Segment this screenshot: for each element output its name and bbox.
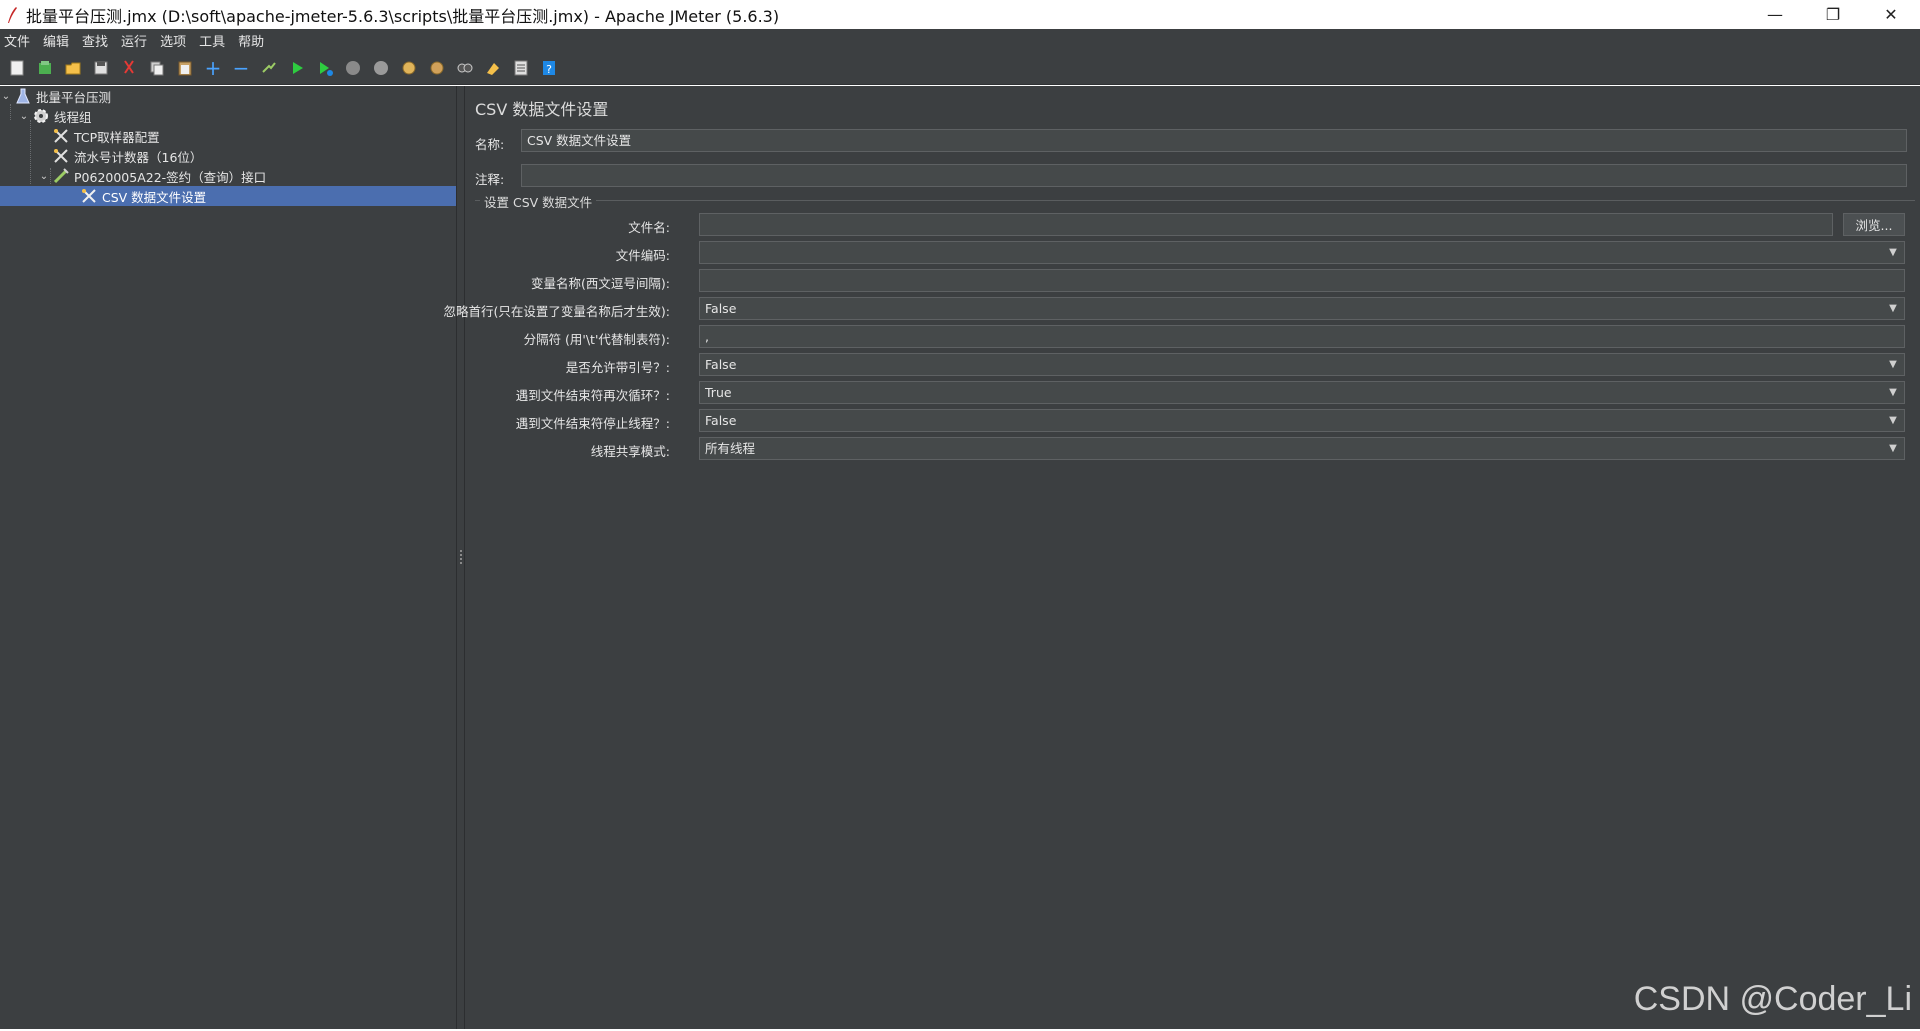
group-border xyxy=(475,200,1915,201)
stop-thread-eof-label: 遇到文件结束符停止线程？: xyxy=(515,416,670,431)
menu-search[interactable]: 查找 xyxy=(82,31,117,50)
menu-help[interactable]: 帮助 xyxy=(238,31,273,50)
start-icon[interactable] xyxy=(286,57,308,79)
stop-thread-eof-combo[interactable]: False ▼ xyxy=(699,409,1905,432)
thread-group-icon xyxy=(32,107,50,125)
comment-field[interactable] xyxy=(521,164,1907,187)
recycle-eof-combo[interactable]: True ▼ xyxy=(699,381,1905,404)
menu-run[interactable]: 运行 xyxy=(121,31,156,50)
config-element-icon xyxy=(52,147,70,165)
sharing-mode-combo[interactable]: 所有线程 ▼ xyxy=(699,437,1905,460)
allow-quoted-label: 是否允许带引号？: xyxy=(565,360,670,375)
window-title: 批量平台压测.jmx (D:\soft\apache-jmeter-5.6.3\… xyxy=(26,6,780,26)
test-plan-icon xyxy=(14,87,32,105)
variable-names-input[interactable] xyxy=(699,269,1905,292)
comment-label: 注释: xyxy=(475,172,505,187)
watermark: CSDN @Coder_Li xyxy=(1633,980,1912,1018)
open-icon[interactable] xyxy=(62,57,84,79)
tree-item-label: TCP取样器配置 xyxy=(74,129,160,145)
variable-names-label: 变量名称(西文逗号间隔): xyxy=(531,276,670,291)
tree-item-counter[interactable]: 流水号计数器（16位） xyxy=(0,146,456,166)
tree-item-test-plan[interactable]: ⌄ 批量平台压测 xyxy=(0,86,456,106)
shutdown-icon[interactable] xyxy=(370,57,392,79)
drag-handle-icon[interactable] xyxy=(460,550,463,564)
encoding-label: 文件编码: xyxy=(615,248,670,263)
ignore-first-line-label: 忽略首行(只在设置了变量名称后才生效): xyxy=(443,304,670,319)
clear-icon[interactable] xyxy=(482,57,504,79)
config-element-icon xyxy=(52,127,70,145)
recycle-eof-value: True xyxy=(705,385,732,400)
minimize-button[interactable]: — xyxy=(1746,0,1804,29)
help-icon[interactable]: ? xyxy=(538,57,560,79)
chevron-down-icon[interactable]: ▼ xyxy=(1882,410,1904,431)
menu-tools[interactable]: 工具 xyxy=(199,31,234,50)
sharing-mode-value: 所有线程 xyxy=(705,441,756,456)
collapse-icon[interactable]: − xyxy=(230,56,252,80)
csv-config-panel: CSV 数据文件设置 名称: CSV 数据文件设置 注释: 设置 CSV 数据文… xyxy=(444,86,1920,1031)
tree-item-csv-config[interactable]: CSV 数据文件设置 xyxy=(0,186,456,206)
expand-icon[interactable]: + xyxy=(202,56,224,80)
sharing-mode-label: 线程共享模式: xyxy=(590,444,670,459)
toggle-icon[interactable] xyxy=(258,57,280,79)
test-plan-tree: ⌄ 批量平台压测 ⌄ 线程组 TCP取样器配置 流水号计数器（16位） ⌄ P0… xyxy=(0,86,456,1031)
chevron-down-icon[interactable]: ⌄ xyxy=(38,171,50,182)
close-button[interactable]: ✕ xyxy=(1862,0,1920,29)
remote-stop-icon[interactable] xyxy=(426,57,448,79)
recycle-eof-label: 遇到文件结束符再次循环？: xyxy=(515,388,670,403)
ignore-first-line-combo[interactable]: False ▼ xyxy=(699,297,1905,320)
paste-icon[interactable] xyxy=(174,57,196,79)
stop-icon[interactable] xyxy=(342,57,364,79)
save-icon[interactable] xyxy=(90,57,112,79)
new-icon[interactable] xyxy=(6,57,28,79)
restore-button[interactable]: ❐ xyxy=(1804,0,1862,29)
chevron-down-icon[interactable]: ⌄ xyxy=(0,91,12,102)
chevron-down-icon[interactable]: ▼ xyxy=(1882,382,1904,403)
name-label: 名称: xyxy=(475,137,505,152)
delimiter-input[interactable]: , xyxy=(699,325,1905,348)
chevron-down-icon[interactable]: ▼ xyxy=(1882,242,1904,263)
tree-item-label: 线程组 xyxy=(54,109,92,125)
chevron-down-icon[interactable]: ▼ xyxy=(1882,438,1904,459)
window-titlebar: 批量平台压测.jmx (D:\soft\apache-jmeter-5.6.3\… xyxy=(0,0,1920,29)
chevron-down-icon[interactable]: ▼ xyxy=(1882,298,1904,319)
tree-item-label: 批量平台压测 xyxy=(36,89,112,105)
jmeter-feather-icon xyxy=(6,6,18,24)
cut-icon[interactable] xyxy=(118,57,140,79)
menu-file[interactable]: 文件 xyxy=(4,31,39,50)
chevron-down-icon[interactable]: ⌄ xyxy=(18,111,30,122)
copy-icon[interactable] xyxy=(146,57,168,79)
toolbar: + − ? xyxy=(0,51,1920,85)
menu-bar: 文件 编辑 查找 运行 选项 工具 帮助 xyxy=(0,29,1920,51)
group-title: 设置 CSV 数据文件 xyxy=(480,192,597,211)
name-field[interactable]: CSV 数据文件设置 xyxy=(521,129,1907,152)
stop-thread-eof-value: False xyxy=(705,413,737,428)
search-icon[interactable] xyxy=(454,57,476,79)
config-element-icon xyxy=(80,187,98,205)
chevron-down-icon[interactable]: ▼ xyxy=(1882,354,1904,375)
panel-title: CSV 数据文件设置 xyxy=(475,100,609,119)
ignore-first-line-value: False xyxy=(705,301,737,316)
tree-item-tcp-config[interactable]: TCP取样器配置 xyxy=(0,126,456,146)
tree-item-sampler[interactable]: ⌄ P0620005A22-签约（查询）接口 xyxy=(0,166,456,186)
encoding-combo[interactable]: ▼ xyxy=(699,241,1905,264)
tree-item-label: 流水号计数器（16位） xyxy=(74,149,203,165)
svg-text:?: ? xyxy=(546,63,552,76)
filename-label: 文件名: xyxy=(628,220,670,235)
menu-edit[interactable]: 编辑 xyxy=(43,31,78,50)
tree-item-label: P0620005A22-签约（查询）接口 xyxy=(74,169,267,185)
browse-button[interactable]: 浏览... xyxy=(1843,213,1905,236)
allow-quoted-value: False xyxy=(705,357,737,372)
allow-quoted-combo[interactable]: False ▼ xyxy=(699,353,1905,376)
templates-icon[interactable] xyxy=(34,57,56,79)
split-pane-divider[interactable] xyxy=(456,86,465,1031)
tree-item-thread-group[interactable]: ⌄ 线程组 xyxy=(0,106,456,126)
function-helper-icon[interactable] xyxy=(510,57,532,79)
filename-input[interactable] xyxy=(699,213,1833,236)
menu-options[interactable]: 选项 xyxy=(160,31,195,50)
tree-item-label: CSV 数据文件设置 xyxy=(102,189,207,205)
start-no-pause-icon[interactable] xyxy=(314,57,336,79)
sampler-icon xyxy=(52,167,70,185)
delimiter-label: 分隔符 (用'\t'代替制表符): xyxy=(523,332,670,347)
remote-start-icon[interactable] xyxy=(398,57,420,79)
